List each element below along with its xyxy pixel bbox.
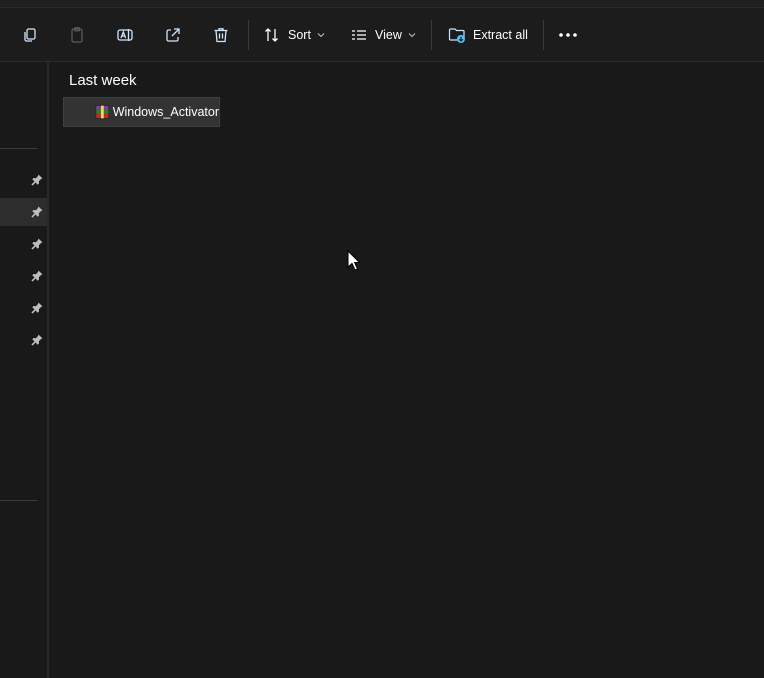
group-header[interactable]: Last week (69, 72, 137, 89)
sort-icon (263, 26, 281, 44)
chevron-down-icon (408, 32, 416, 38)
winrar-archive-icon (95, 104, 110, 120)
file-item[interactable]: Windows_Activator (63, 97, 220, 127)
rename-button[interactable] (113, 22, 137, 48)
share-icon (164, 26, 182, 44)
chevron-down-icon (317, 32, 325, 38)
share-button[interactable] (161, 22, 185, 48)
view-button[interactable]: View (350, 22, 418, 48)
extract-all-button[interactable]: Extract all (448, 22, 530, 48)
delete-button[interactable] (209, 22, 233, 48)
pin-icon (30, 301, 44, 315)
title-bar-strip (0, 0, 764, 8)
pin-icon (30, 205, 44, 219)
copy-icon (21, 26, 39, 44)
extract-folder-icon (448, 26, 466, 44)
see-more-button[interactable] (556, 22, 580, 48)
view-list-icon (350, 26, 368, 44)
file-name: Windows_Activator (113, 105, 219, 119)
view-label: View (375, 28, 402, 42)
paste-icon (68, 26, 86, 44)
quick-access-item[interactable] (0, 198, 47, 226)
copy-button[interactable] (18, 22, 42, 48)
sidebar-divider (0, 148, 38, 149)
paste-button[interactable] (65, 22, 89, 48)
sort-button[interactable]: Sort (263, 22, 325, 48)
trash-icon (212, 26, 230, 44)
pin-icon (30, 173, 44, 187)
pin-icon (30, 333, 44, 347)
quick-access-item[interactable] (0, 230, 47, 258)
quick-access-item[interactable] (0, 326, 47, 354)
pin-icon (30, 237, 44, 251)
file-list-pane: Last week Windows_Activator (49, 62, 764, 678)
more-options-icon (558, 32, 578, 38)
extract-all-label: Extract all (473, 28, 528, 42)
quick-access-item[interactable] (0, 294, 47, 322)
pin-icon (30, 269, 44, 283)
toolbar-separator (431, 20, 432, 50)
sort-label: Sort (288, 28, 311, 42)
command-bar: Sort View Extract all (0, 8, 764, 61)
rename-icon (116, 26, 134, 44)
toolbar-separator (543, 20, 544, 50)
mouse-cursor-icon (347, 250, 361, 272)
quick-access-item[interactable] (0, 262, 47, 290)
sidebar-divider (0, 500, 38, 501)
toolbar-separator (248, 20, 249, 50)
navigation-pane (0, 62, 47, 678)
quick-access-item[interactable] (0, 166, 47, 194)
